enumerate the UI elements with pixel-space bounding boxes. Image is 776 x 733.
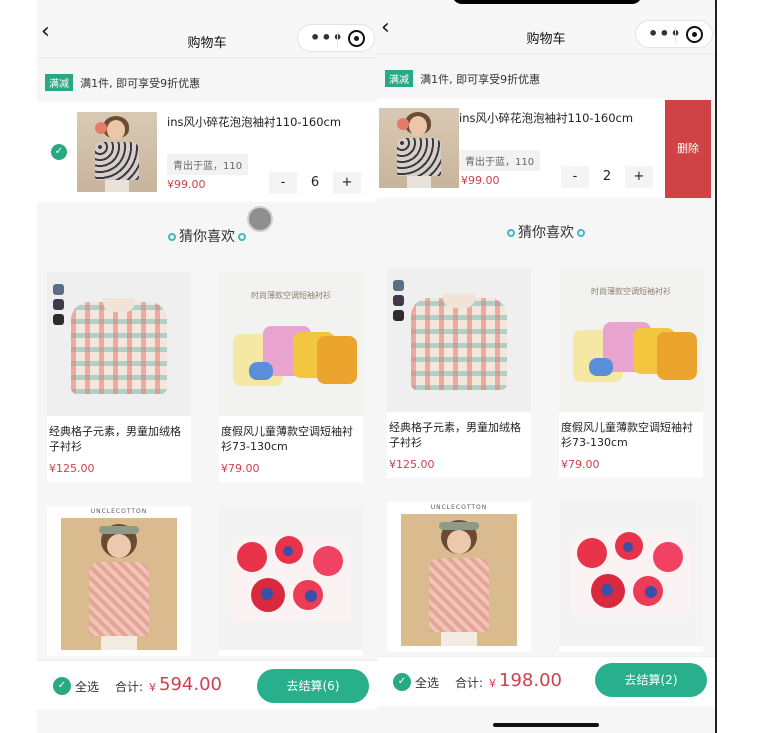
- product-image[interactable]: [219, 506, 363, 650]
- plus-button[interactable]: +: [333, 172, 361, 194]
- select-all-check-icon[interactable]: ✓: [53, 677, 71, 695]
- cart-item: ins风小碎花泡泡袖衬110-160cm 青出于蓝，110 ¥99.00 - 2…: [377, 98, 667, 198]
- product-price: ¥79.00: [221, 462, 260, 475]
- brand-label: UNCLECOTTON: [90, 508, 148, 515]
- product-card[interactable]: UNCLECOTTON: [387, 502, 531, 652]
- total-label: 合计:: [115, 680, 144, 694]
- select-all-label[interactable]: 全选: [75, 678, 99, 695]
- nav-bar: ‹ 购物车 •••: [377, 6, 715, 54]
- product-card[interactable]: UNCLECOTTON: [47, 506, 191, 656]
- minus-button[interactable]: -: [269, 172, 297, 194]
- brand-label: UNCLECOTTON: [430, 504, 488, 511]
- left-screen: ‹ 购物车 ••• 满减 满1件, 即可享受9折优惠 ✓ ins风小碎花泡泡袖衬…: [37, 0, 377, 733]
- mini-program-capsule: •••: [635, 20, 713, 48]
- guess-title: 猜你喜欢: [518, 225, 574, 241]
- promo-banner: 满减 满1件, 即可享受9折优惠: [385, 68, 705, 87]
- product-image[interactable]: 时尚薄款空调短袖衬衫: [559, 268, 703, 412]
- product-title[interactable]: 度假风儿童薄款空调短袖衬衫73-130cm: [221, 424, 361, 454]
- plus-button[interactable]: +: [625, 166, 653, 188]
- nav-bar: ‹ 购物车 •••: [37, 10, 377, 58]
- product-price: ¥125.00: [49, 462, 95, 475]
- home-indicator[interactable]: [493, 723, 599, 727]
- total-currency: ¥: [489, 677, 496, 690]
- product-card[interactable]: 经典格子元素，男童加绒格子衬衫 ¥125.00: [47, 272, 191, 482]
- guess-title: 猜你喜欢: [179, 229, 235, 245]
- promo-tag: 满减: [385, 70, 413, 87]
- product-image[interactable]: [559, 502, 703, 646]
- product-card[interactable]: 时尚薄款空调短袖衬衫 度假风儿童薄款空调短袖衬衫73-130cm ¥79.00: [559, 268, 703, 478]
- total-label: 合计:: [455, 676, 484, 690]
- product-title[interactable]: 经典格子元素，男童加绒格子衬衫: [49, 424, 189, 454]
- product-title[interactable]: 经典格子元素，男童加绒格子衬衫: [389, 420, 529, 450]
- quantity-stepper: - 2 +: [561, 166, 653, 188]
- product-image[interactable]: [47, 272, 191, 416]
- product-card[interactable]: 经典格子元素，男童加绒格子衬衫 ¥125.00: [387, 268, 531, 478]
- checkout-button[interactable]: 去结算(2): [595, 663, 707, 697]
- cart-item: ✓ ins风小碎花泡泡袖衬110-160cm 青出于蓝，110 ¥99.00 -…: [37, 102, 377, 202]
- item-price: ¥99.00: [167, 178, 206, 191]
- product-image[interactable]: UNCLECOTTON: [387, 502, 531, 646]
- product-card[interactable]: [559, 502, 703, 652]
- capsule-divider: [337, 31, 338, 47]
- select-all-check-icon[interactable]: ✓: [393, 673, 411, 691]
- select-all-label[interactable]: 全选: [415, 674, 439, 691]
- total-currency: ¥: [149, 681, 156, 694]
- product-price: ¥79.00: [561, 458, 600, 471]
- quantity-stepper: - 6 +: [269, 172, 361, 194]
- checkout-bar: ✓ 全选 合计: ¥ 594.00 去结算(6): [37, 660, 377, 710]
- target-icon[interactable]: [686, 26, 703, 43]
- product-price: ¥125.00: [389, 458, 435, 471]
- promo-text: 满1件, 即可享受9折优惠: [420, 72, 541, 86]
- item-thumbnail[interactable]: [379, 108, 459, 188]
- image-caption: 时尚薄款空调短袖衬衫: [591, 287, 671, 296]
- product-image[interactable]: UNCLECOTTON: [47, 506, 191, 650]
- item-check-icon[interactable]: ✓: [51, 144, 67, 160]
- product-title[interactable]: 度假风儿童薄款空调短袖衬衫73-130cm: [561, 420, 701, 450]
- item-name[interactable]: ins风小碎花泡泡袖衬110-160cm: [167, 114, 341, 130]
- total-amount: 594.00: [159, 674, 222, 695]
- item-sku[interactable]: 青出于蓝，110: [459, 150, 541, 171]
- promo-banner: 满减 满1件, 即可享受9折优惠: [45, 72, 365, 91]
- product-image[interactable]: 时尚薄款空调短袖衬衫: [219, 272, 363, 416]
- more-dots-icon[interactable]: •••: [310, 29, 344, 47]
- guess-you-like-heading: 猜你喜欢: [37, 226, 377, 246]
- item-sku[interactable]: 青出于蓝，110: [167, 154, 249, 175]
- capsule-divider: [675, 27, 676, 43]
- delete-button[interactable]: 删除: [665, 100, 711, 198]
- target-icon[interactable]: [348, 30, 365, 47]
- quantity-value[interactable]: 2: [591, 166, 623, 188]
- product-card[interactable]: [219, 506, 363, 656]
- checkout-button[interactable]: 去结算(6): [257, 669, 369, 703]
- item-price: ¥99.00: [461, 174, 500, 187]
- checkout-bar: ✓ 全选 合计: ¥ 198.00 去结算(2): [377, 656, 715, 706]
- mini-program-capsule: •••: [297, 24, 375, 52]
- quantity-value[interactable]: 6: [299, 172, 331, 194]
- product-card[interactable]: 时尚薄款空调短袖衬衫 度假风儿童薄款空调短袖衬衫73-130cm ¥79.00: [219, 272, 363, 482]
- minus-button[interactable]: -: [561, 166, 589, 188]
- more-dots-icon[interactable]: •••: [648, 25, 682, 43]
- device-notch: [452, 0, 642, 4]
- right-screen: ‹ 购物车 ••• 满减 满1件, 即可享受9折优惠 ins风小碎花泡泡袖衬11…: [377, 0, 717, 733]
- product-image[interactable]: [387, 268, 531, 412]
- guess-you-like-heading: 猜你喜欢: [377, 222, 715, 242]
- promo-text: 满1件, 即可享受9折优惠: [80, 76, 201, 90]
- item-thumbnail[interactable]: [77, 112, 157, 192]
- item-name[interactable]: ins风小碎花泡泡袖衬110-160cm: [459, 110, 633, 126]
- image-caption: 时尚薄款空调短袖衬衫: [251, 291, 331, 300]
- total-amount: 198.00: [499, 670, 562, 691]
- promo-tag: 满减: [45, 74, 73, 91]
